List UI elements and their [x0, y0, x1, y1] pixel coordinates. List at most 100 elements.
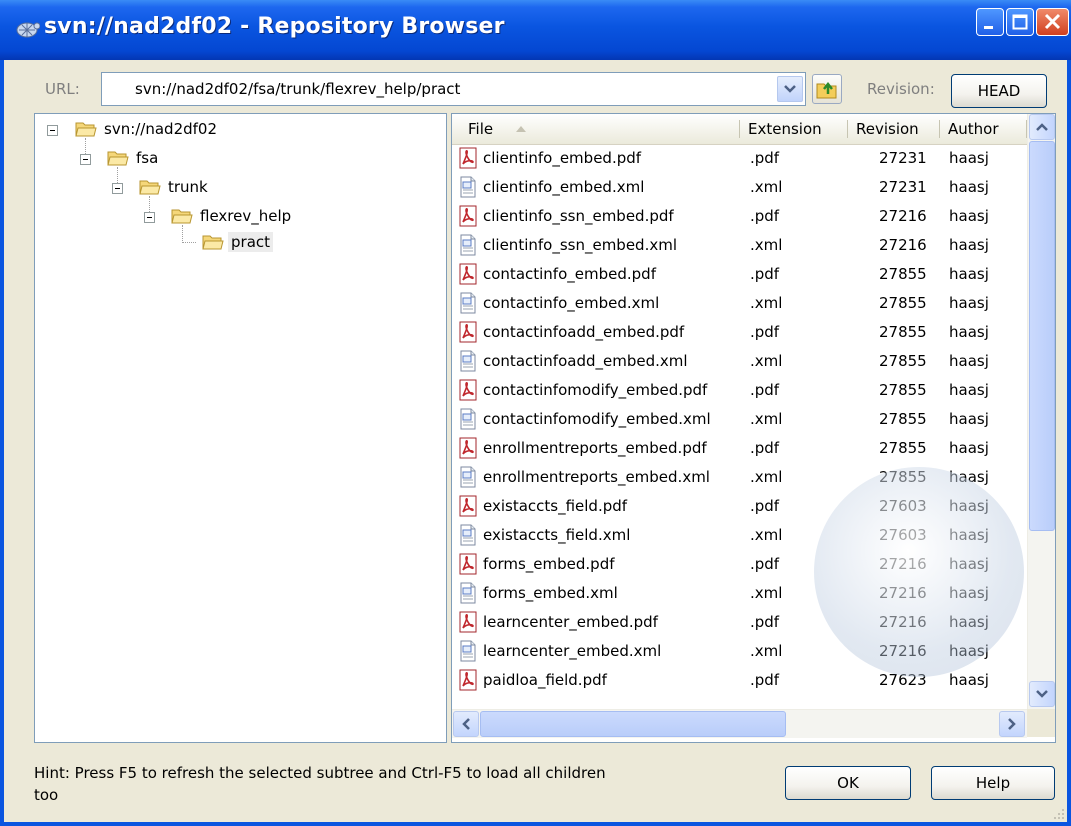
author-cell: haasj	[949, 526, 989, 544]
xml-file-icon	[458, 292, 478, 314]
revision-cell: 27231	[879, 178, 927, 196]
table-row[interactable]: existaccts_field.pdf .pdf 27603 haasj	[452, 492, 1027, 521]
horizontal-scrollbar[interactable]	[452, 709, 1027, 738]
folder-open-icon	[75, 122, 97, 137]
extension-cell: .pdf	[750, 381, 780, 399]
pdf-file-icon	[458, 205, 478, 227]
file-name-cell: contactinfo_embed.xml	[483, 294, 660, 312]
xml-file-icon	[458, 466, 478, 488]
extension-cell: .xml	[750, 236, 783, 254]
url-input[interactable]	[135, 77, 765, 101]
repository-tree[interactable]: svn://nad2df02 fsa trunk flexrev_help pr…	[34, 113, 447, 743]
hint-text: Hint: Press F5 to refresh the selected s…	[34, 764, 606, 804]
revision-cell: 27855	[879, 468, 927, 486]
pdf-file-icon	[458, 321, 478, 343]
file-name-cell: enrollmentreports_embed.xml	[483, 468, 710, 486]
extension-cell: .xml	[750, 352, 783, 370]
tree-collapse-toggle[interactable]	[112, 183, 123, 194]
table-row[interactable]: contactinfoadd_embed.pdf .pdf 27855 haasj	[452, 318, 1027, 347]
pdf-file-icon	[458, 147, 478, 169]
column-header-author[interactable]: Author	[940, 114, 1027, 144]
pdf-file-icon	[458, 611, 478, 633]
column-header-extension[interactable]: Extension	[740, 114, 848, 144]
ok-button[interactable]: OK	[785, 766, 911, 800]
tree-collapse-toggle[interactable]	[47, 125, 58, 136]
tree-collapse-toggle[interactable]	[80, 154, 91, 165]
file-name-cell: contactinfo_embed.pdf	[483, 265, 656, 283]
column-header-file[interactable]: File	[452, 114, 740, 144]
table-row[interactable]: existaccts_field.xml .xml 27603 haasj	[452, 521, 1027, 550]
extension-cell: .xml	[750, 526, 783, 544]
scrollbar-corner	[1027, 709, 1055, 737]
extension-cell: .pdf	[750, 555, 780, 573]
table-row[interactable]: contactinfomodify_embed.pdf .pdf 27855 haas…	[452, 376, 1027, 405]
vertical-scroll-thumb[interactable]	[1029, 141, 1055, 531]
minimize-button[interactable]	[976, 8, 1004, 36]
help-button[interactable]: Help	[931, 766, 1055, 800]
extension-cell: .xml	[750, 584, 783, 602]
table-row[interactable]: forms_embed.xml .xml 27216 haasj	[452, 579, 1027, 608]
list-header: File Extension Revision Author	[452, 114, 1027, 145]
pdf-file-icon	[458, 553, 478, 575]
table-row[interactable]: enrollmentreports_embed.pdf .pdf 27855 haas…	[452, 434, 1027, 463]
url-label: URL:	[45, 80, 80, 98]
title-bar[interactable]: svn://nad2df02 - Repository Browser	[0, 0, 1071, 60]
revision-cell: 27216	[879, 207, 927, 225]
table-row[interactable]: contactinfomodify_embed.xml .xml 27855 haas…	[452, 405, 1027, 434]
column-header-revision[interactable]: Revision	[848, 114, 940, 144]
folder-open-icon	[107, 151, 129, 166]
url-combobox[interactable]	[101, 72, 806, 106]
folder-up-icon	[816, 81, 837, 99]
author-cell: haasj	[949, 555, 989, 573]
table-row[interactable]: clientinfo_embed.pdf .pdf 27231 haasj	[452, 144, 1027, 173]
horizontal-scroll-thumb[interactable]	[480, 711, 786, 737]
close-button[interactable]	[1036, 8, 1069, 36]
table-row[interactable]: contactinfoadd_embed.xml .xml 27855 haasj	[452, 347, 1027, 376]
table-row[interactable]: learncenter_embed.pdf .pdf 27216 haasj	[452, 608, 1027, 637]
file-name-cell: existaccts_field.xml	[483, 526, 631, 544]
revision-head-button[interactable]: HEAD	[951, 74, 1047, 108]
revision-cell: 27603	[879, 497, 927, 515]
column-header-label: File	[468, 120, 494, 138]
file-list[interactable]: File Extension Revision Author clientinf…	[451, 113, 1056, 743]
pdf-file-icon	[458, 437, 478, 459]
revision-cell: 27855	[879, 323, 927, 341]
go-up-button[interactable]	[812, 74, 842, 104]
extension-cell: .xml	[750, 468, 783, 486]
resize-grip-icon[interactable]	[1053, 808, 1065, 820]
table-row[interactable]: contactinfo_embed.xml .xml 27855 haasj	[452, 289, 1027, 318]
tree-collapse-toggle[interactable]	[144, 212, 155, 223]
revision-cell: 27855	[879, 410, 927, 428]
revision-cell: 27216	[879, 236, 927, 254]
table-row[interactable]: enrollmentreports_embed.xml .xml 27855 haas…	[452, 463, 1027, 492]
extension-cell: .pdf	[750, 149, 780, 167]
tree-node-label: svn://nad2df02	[104, 120, 218, 138]
table-row[interactable]: clientinfo_ssn_embed.pdf .pdf 27216 haasj	[452, 202, 1027, 231]
file-name-cell: learncenter_embed.xml	[483, 642, 662, 660]
table-row[interactable]: clientinfo_ssn_embed.xml .xml 27216 haasj	[452, 231, 1027, 260]
table-row[interactable]: contactinfo_embed.pdf .pdf 27855 haasj	[452, 260, 1027, 289]
file-name-cell: enrollmentreports_embed.pdf	[483, 439, 707, 457]
table-row[interactable]: forms_embed.pdf .pdf 27216 haasj	[452, 550, 1027, 579]
extension-cell: .pdf	[750, 497, 780, 515]
table-row[interactable]: learncenter_embed.xml .xml 27216 haasj	[452, 637, 1027, 666]
tortoise-app-icon	[16, 22, 40, 38]
maximize-button[interactable]	[1006, 8, 1034, 36]
scroll-right-button[interactable]	[999, 711, 1025, 737]
xml-file-icon	[458, 234, 478, 256]
vertical-scrollbar[interactable]	[1027, 114, 1055, 709]
revision-cell: 27231	[879, 149, 927, 167]
scroll-up-button[interactable]	[1029, 114, 1055, 140]
xml-file-icon	[458, 582, 478, 604]
file-name-cell: contactinfomodify_embed.pdf	[483, 381, 708, 399]
table-row[interactable]: paidloa_field.pdf .pdf 27623 haasj	[452, 666, 1027, 695]
scroll-down-button[interactable]	[1029, 681, 1055, 707]
chevron-right-icon	[1008, 718, 1016, 730]
url-dropdown-button[interactable]	[777, 76, 803, 102]
scroll-left-button[interactable]	[453, 711, 479, 737]
table-row[interactable]: clientinfo_embed.xml .xml 27231 haasj	[452, 173, 1027, 202]
revision-cell: 27855	[879, 265, 927, 283]
author-cell: haasj	[949, 352, 989, 370]
tree-node-label: flexrev_help	[200, 207, 292, 225]
author-cell: haasj	[949, 265, 989, 283]
